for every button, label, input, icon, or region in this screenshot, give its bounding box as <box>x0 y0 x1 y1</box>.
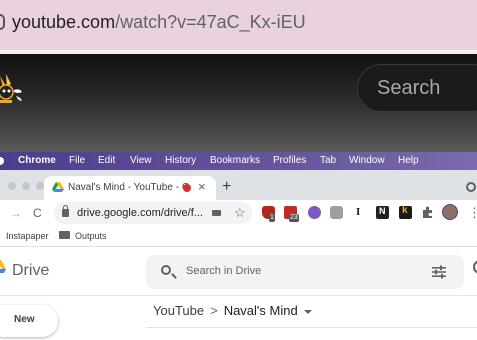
search-placeholder: Search <box>377 77 441 99</box>
menu-profiles[interactable]: Profiles <box>273 155 306 166</box>
menu-chrome[interactable]: Chrome <box>18 155 56 166</box>
menu-history[interactable]: History <box>165 155 196 166</box>
url-text[interactable]: youtube.com/watch?v=47aC_Kx-iEU <box>12 10 306 34</box>
new-button-label: New <box>14 314 35 325</box>
extension-camera-icon[interactable] <box>330 206 343 219</box>
address-bar[interactable]: youtube.com/watch?v=47aC_Kx-iEU <box>0 0 477 50</box>
extension-badge: 23 <box>289 214 299 222</box>
drive-search-input[interactable]: Search in Drive <box>146 255 464 289</box>
menu-help[interactable]: Help <box>398 155 419 166</box>
url-domain: youtube.com <box>12 12 116 32</box>
extension-purple-icon[interactable] <box>308 206 321 219</box>
reload-icon[interactable]: C <box>33 206 42 220</box>
bookmark-star-icon[interactable]: ☆ <box>234 205 246 221</box>
bookmarks-bar: Instapaper Outputs <box>0 226 477 247</box>
omnibox[interactable]: drive.google.com/drive/f... ☆ <box>54 202 252 224</box>
folder-icon <box>59 231 70 239</box>
menu-view[interactable]: View <box>130 155 152 166</box>
tab-title: Naval's Mind - YouTube - G <box>68 182 190 193</box>
extensions-puzzle-icon[interactable] <box>421 206 434 219</box>
bookmark-outputs[interactable]: Outputs <box>75 231 107 241</box>
menu-edit[interactable]: Edit <box>98 155 115 166</box>
forward-icon[interactable]: → <box>10 206 22 220</box>
divider <box>146 327 477 328</box>
drive-logo-icon <box>0 260 6 273</box>
window-minimize-button[interactable] <box>22 182 30 190</box>
menu-bookmarks[interactable]: Bookmarks <box>210 155 260 166</box>
bookmark-instapaper[interactable]: Instapaper <box>6 231 49 241</box>
extension-k-letter: k <box>402 205 408 216</box>
extension-i-icon[interactable]: I <box>356 206 360 218</box>
omnibox-url: drive.google.com/drive/f... <box>77 207 203 219</box>
notion-letter: N <box>379 206 386 216</box>
breadcrumb: YouTube > Naval's Mind <box>153 303 312 318</box>
mac-menu-bar: Chrome File Edit View History Bookmarks … <box>0 152 477 170</box>
mascot-icon <box>0 74 22 103</box>
breadcrumb-separator: > <box>210 303 218 318</box>
tab-close-icon[interactable]: × <box>198 179 206 194</box>
avatar[interactable] <box>442 204 458 220</box>
menu-window[interactable]: Window <box>349 155 385 166</box>
extension-badge: 1 <box>269 214 275 222</box>
apple-icon[interactable] <box>0 157 4 165</box>
new-button[interactable]: New <box>0 305 58 337</box>
drive-app-name: Drive <box>12 262 50 279</box>
new-tab-button[interactable]: + <box>222 178 231 196</box>
menu-dots-icon[interactable]: ⋮ <box>468 205 477 221</box>
breadcrumb-youtube[interactable]: YouTube <box>153 303 204 318</box>
search-options-icon[interactable] <box>432 265 446 279</box>
tab-navals-mind[interactable]: Naval's Mind - YouTube - G × <box>44 176 216 200</box>
window-zoom-button[interactable] <box>36 182 44 190</box>
lock-icon <box>62 205 69 217</box>
youtube-search-input[interactable]: Search <box>357 64 477 112</box>
url-bar-icon <box>0 14 5 30</box>
breadcrumb-current[interactable]: Naval's Mind <box>224 303 298 318</box>
tab-search-icon[interactable] <box>466 182 476 192</box>
menu-tab[interactable]: Tab <box>320 155 336 166</box>
menu-file[interactable]: File <box>69 155 85 166</box>
window-close-button[interactable] <box>8 182 16 190</box>
recording-icon <box>183 184 191 192</box>
url-path: /watch?v=47aC_Kx-iEU <box>115 12 306 32</box>
google-drive-icon <box>52 182 64 192</box>
camera-icon[interactable] <box>212 210 221 216</box>
youtube-header: Search <box>0 54 477 152</box>
search-icon <box>161 265 171 275</box>
drive-search-placeholder: Search in Drive <box>186 265 262 277</box>
chevron-down-icon[interactable] <box>303 309 312 314</box>
